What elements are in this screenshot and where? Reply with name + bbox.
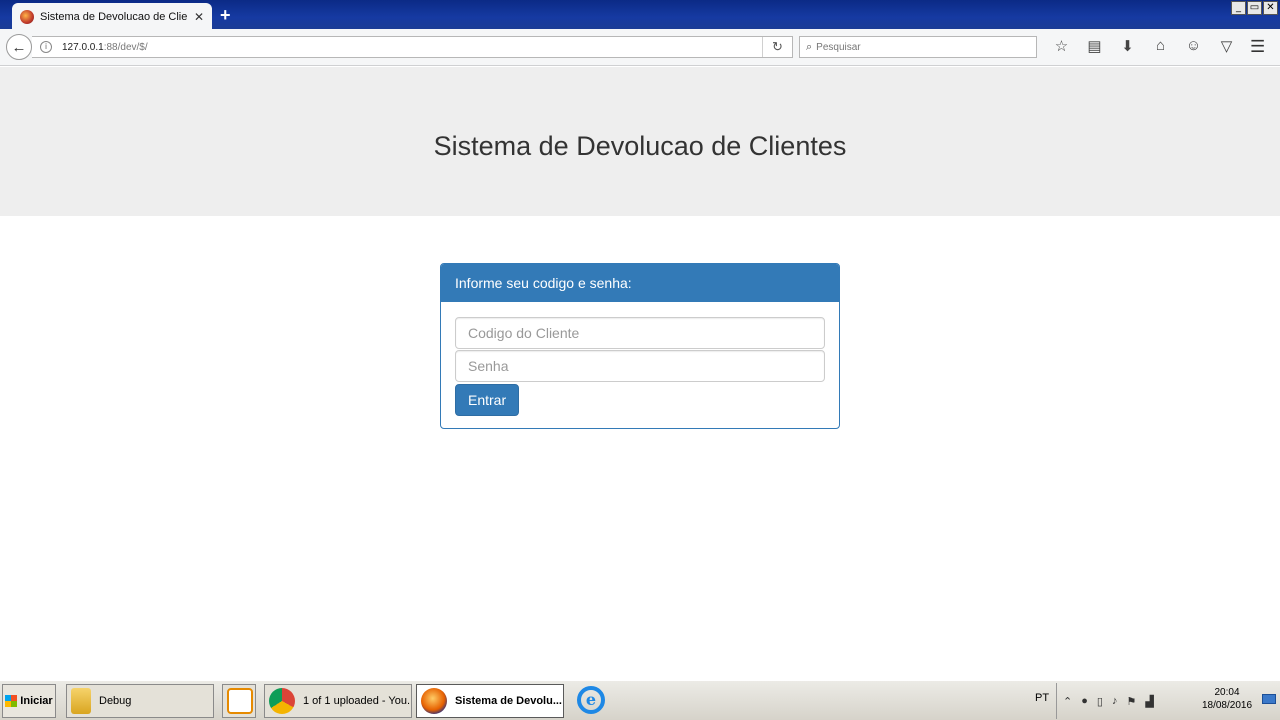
clock[interactable]: 20:04 18/08/2016 xyxy=(1197,686,1257,712)
start-button[interactable]: Iniciar xyxy=(2,684,56,718)
bookmark-star-icon[interactable]: ☆ xyxy=(1045,37,1078,55)
tab-title: Sistema de Devolucao de Clie... xyxy=(40,10,188,23)
firefox-tray-icon[interactable]: ● xyxy=(1081,695,1088,707)
tab-close-icon[interactable]: ✕ xyxy=(194,10,204,24)
firefox-icon xyxy=(421,688,447,714)
minimize-button[interactable]: _ xyxy=(1231,1,1246,15)
volume-icon[interactable]: ♪ xyxy=(1112,695,1118,707)
windows-logo-icon xyxy=(5,695,18,707)
folder-icon xyxy=(71,688,91,714)
taskbar-item-chrome[interactable]: 1 of 1 uploaded - You... xyxy=(264,684,412,718)
page-favicon-icon xyxy=(20,9,34,24)
url-host: 127.0.0.1 xyxy=(62,41,104,53)
network-icon[interactable]: ▟ xyxy=(1145,695,1153,708)
action-center-icon[interactable]: ⚑ xyxy=(1126,695,1136,708)
device-icon[interactable]: ▯ xyxy=(1097,695,1103,708)
downloads-icon[interactable]: ⬇ xyxy=(1111,37,1144,55)
taskbar-item-label: 1 of 1 uploaded - You... xyxy=(303,695,411,707)
panel-heading: Informe seu codigo e senha: xyxy=(441,264,839,302)
show-desktop-button[interactable] xyxy=(1262,694,1276,704)
close-window-button[interactable]: ✕ xyxy=(1263,1,1278,15)
hamburger-menu-icon[interactable]: ☰ xyxy=(1250,37,1265,57)
home-icon[interactable]: ⌂ xyxy=(1144,37,1177,55)
back-arrow-icon: ← xyxy=(11,38,27,56)
search-input[interactable]: ⌕ Pesquisar xyxy=(799,36,1037,58)
password-input[interactable] xyxy=(455,350,825,382)
navigation-toolbar: ← i 127.0.0.1 :88/dev/$/ ↻ ⌕ Pesquisar ☆… xyxy=(0,29,1280,66)
reading-list-icon[interactable]: ▤ xyxy=(1078,37,1111,55)
taskbar-item-label: Sistema de Devolu... xyxy=(455,695,562,707)
back-button[interactable]: ← xyxy=(6,34,32,60)
reload-icon[interactable]: ↻ xyxy=(762,37,792,57)
clock-date: 18/08/2016 xyxy=(1201,700,1253,711)
browser-tabstrip: Sistema de Devolucao de Clie... ✕ + _ ▭ … xyxy=(0,0,1280,30)
internet-explorer-icon[interactable]: e xyxy=(577,686,605,714)
restore-button[interactable]: ▭ xyxy=(1247,1,1262,15)
search-placeholder: Pesquisar xyxy=(816,41,861,53)
new-tab-button[interactable]: + xyxy=(220,5,231,26)
taskbar-item-media[interactable] xyxy=(222,684,256,718)
page-header: Sistema de Devolucao de Clientes xyxy=(0,67,1280,216)
taskbar-item-firefox[interactable]: Sistema de Devolu... xyxy=(416,684,564,718)
site-info-icon[interactable]: i xyxy=(40,41,52,53)
start-label: Iniciar xyxy=(20,695,53,707)
taskbar-item-debug[interactable]: Debug xyxy=(66,684,214,718)
page-title: Sistema de Devolucao de Clientes xyxy=(433,131,847,161)
toolbar-icons: ☆ ▤ ⬇ ⌂ ☺ ▽ xyxy=(1045,37,1243,55)
taskbar-item-label: Debug xyxy=(99,695,132,707)
media-player-icon xyxy=(227,688,253,714)
chrome-icon xyxy=(269,688,295,714)
pocket-icon[interactable]: ▽ xyxy=(1210,37,1243,55)
language-indicator[interactable]: PT xyxy=(1035,692,1049,704)
clock-time: 20:04 xyxy=(1214,687,1240,698)
login-button[interactable]: Entrar xyxy=(455,384,520,416)
login-form: Entrar xyxy=(441,302,839,431)
show-hidden-icons-icon[interactable]: ⌃ xyxy=(1063,695,1072,708)
address-bar[interactable]: i 127.0.0.1 :88/dev/$/ ↻ xyxy=(32,36,793,58)
tab-active[interactable]: Sistema de Devolucao de Clie... ✕ xyxy=(12,3,212,30)
url-path: :88/dev/$/ xyxy=(103,41,148,53)
client-code-input[interactable] xyxy=(455,317,825,349)
search-icon: ⌕ xyxy=(806,40,813,53)
login-panel: Informe seu codigo e senha: Entrar xyxy=(440,263,840,429)
chat-icon[interactable]: ☺ xyxy=(1177,37,1210,55)
window-controls: _ ▭ ✕ xyxy=(1231,1,1278,15)
